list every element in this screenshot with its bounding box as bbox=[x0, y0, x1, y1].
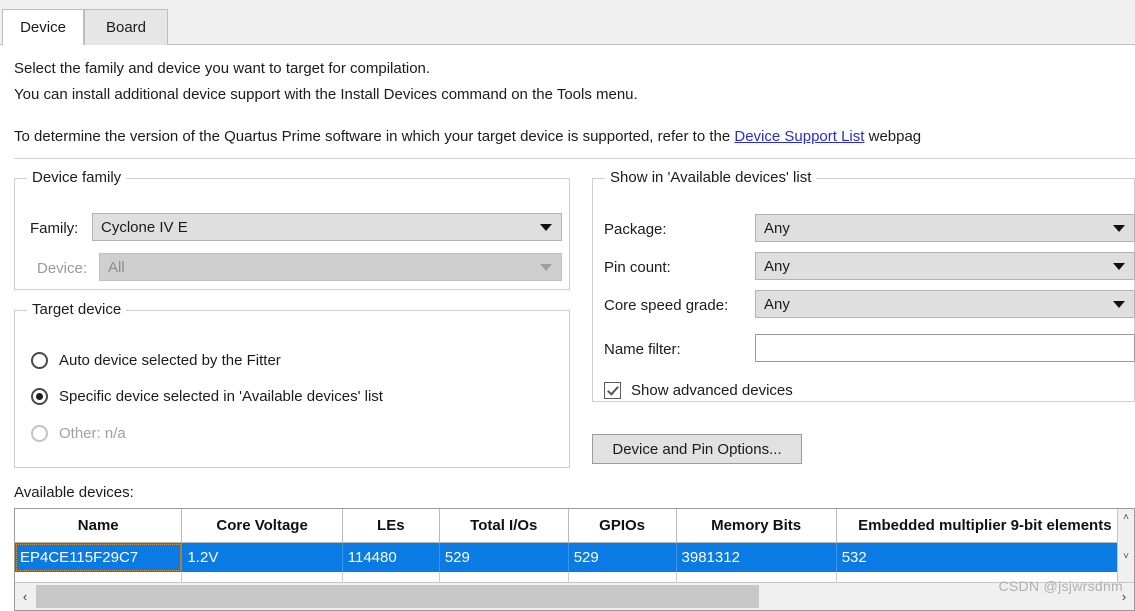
available-devices-label: Available devices: bbox=[14, 484, 134, 501]
radio-auto-device-mark bbox=[31, 352, 48, 369]
description-line-2: You can install additional device suppor… bbox=[14, 86, 638, 103]
package-dropdown[interactable]: Any bbox=[755, 214, 1135, 242]
core-speed-grade-dropdown-value: Any bbox=[764, 295, 790, 313]
name-filter-label: Name filter: bbox=[604, 341, 681, 358]
table-column-header[interactable]: Embedded multiplier 9-bit elements bbox=[836, 509, 1134, 543]
available-devices-table-wrap: Name Core Voltage LEs Total I/Os GPIOs Memory… bbox=[14, 508, 1135, 611]
horizontal-separator bbox=[14, 158, 1135, 159]
show-advanced-devices-checkbox[interactable]: Show advanced devices bbox=[604, 382, 793, 399]
scroll-up-arrow-icon[interactable]: ˄ bbox=[1118, 509, 1134, 526]
scroll-down-arrow-icon[interactable]: ˅ bbox=[1118, 548, 1134, 565]
description-line-1: Select the family and device you want to… bbox=[14, 60, 431, 77]
radio-auto-device-label: Auto device selected by the Fitter bbox=[59, 352, 281, 369]
chevron-down-icon bbox=[1113, 263, 1125, 270]
table-column-header[interactable]: LEs bbox=[342, 509, 440, 543]
radio-specific-device[interactable]: Specific device selected in 'Available d… bbox=[31, 388, 383, 405]
show-in-available-devices-legend: Show in 'Available devices' list bbox=[605, 169, 817, 186]
radio-other-device-mark bbox=[31, 425, 48, 442]
family-dropdown-value: Cyclone IV E bbox=[101, 218, 188, 236]
tab-device[interactable]: Device bbox=[2, 9, 84, 46]
table-column-header[interactable]: Name bbox=[15, 509, 183, 543]
table-cell[interactable]: 3981312 bbox=[676, 542, 837, 572]
table-row[interactable]: EP4CE115F29C7 1.2V 114480 529 529 3981312 532 bbox=[15, 542, 1134, 572]
radio-specific-device-mark bbox=[31, 388, 48, 405]
family-dropdown[interactable]: Cyclone IV E bbox=[92, 213, 562, 241]
package-label: Package: bbox=[604, 221, 667, 238]
description-line-3-prefix: To determine the version of the Quartus … bbox=[14, 128, 735, 145]
radio-auto-device[interactable]: Auto device selected by the Fitter bbox=[31, 352, 281, 369]
radio-other-device-label: Other: n/a bbox=[59, 425, 126, 442]
scroll-left-arrow-icon[interactable]: ‹ bbox=[15, 583, 35, 610]
device-and-pin-options-button-label: Device and Pin Options... bbox=[612, 440, 782, 458]
tab-strip: Device Board bbox=[0, 0, 1135, 46]
table-cell[interactable]: 529 bbox=[568, 542, 677, 572]
device-family-legend: Device family bbox=[27, 169, 127, 186]
scroll-right-arrow-icon[interactable]: › bbox=[1114, 583, 1134, 610]
horizontal-scrollbar-thumb[interactable] bbox=[36, 585, 759, 608]
pin-count-label: Pin count: bbox=[604, 259, 671, 276]
table-horizontal-scrollbar[interactable]: ‹ › bbox=[15, 582, 1134, 610]
table-column-header[interactable]: Memory Bits bbox=[676, 509, 837, 543]
table-column-header[interactable]: Total I/Os bbox=[439, 509, 569, 543]
tab-board[interactable]: Board bbox=[84, 9, 168, 45]
chevron-down-icon bbox=[1113, 225, 1125, 232]
package-dropdown-value: Any bbox=[764, 219, 790, 237]
table-vertical-scrollbar[interactable]: ˄ ˅ bbox=[1117, 509, 1134, 582]
device-dropdown-value: All bbox=[108, 258, 125, 276]
core-speed-grade-dropdown[interactable]: Any bbox=[755, 290, 1135, 318]
table-header-row: Name Core Voltage LEs Total I/Os GPIOs Memory… bbox=[15, 509, 1134, 543]
device-support-list-link[interactable]: Device Support List bbox=[734, 128, 864, 145]
table-cell[interactable]: 532 bbox=[836, 542, 1134, 572]
pin-count-dropdown-value: Any bbox=[764, 257, 790, 275]
description-line-3-suffix: webpag bbox=[864, 128, 922, 145]
family-label: Family: bbox=[30, 220, 79, 237]
table-cell[interactable]: EP4CE115F29C7 bbox=[15, 542, 183, 572]
checkbox-mark-icon bbox=[604, 382, 621, 399]
device-dropdown[interactable]: All bbox=[99, 253, 562, 281]
pin-count-dropdown[interactable]: Any bbox=[755, 252, 1135, 280]
table-column-header[interactable]: GPIOs bbox=[568, 509, 677, 543]
radio-other-device[interactable]: Other: n/a bbox=[31, 425, 126, 442]
description-line-3: To determine the version of the Quartus … bbox=[14, 128, 921, 145]
name-filter-input[interactable] bbox=[755, 334, 1135, 362]
tab-device-label: Device bbox=[20, 19, 66, 36]
radio-specific-device-label: Specific device selected in 'Available d… bbox=[59, 388, 383, 405]
table-cell[interactable]: 114480 bbox=[342, 542, 440, 572]
target-device-legend: Target device bbox=[27, 301, 127, 318]
show-advanced-devices-label: Show advanced devices bbox=[631, 382, 793, 399]
device-label: Device: bbox=[37, 260, 88, 277]
chevron-down-icon bbox=[1113, 301, 1125, 308]
chevron-down-icon bbox=[540, 224, 552, 231]
device-and-pin-options-button[interactable]: Device and Pin Options... bbox=[592, 434, 802, 464]
tab-board-label: Board bbox=[105, 19, 147, 36]
chevron-down-icon bbox=[540, 264, 552, 271]
tab-device-underlay bbox=[3, 44, 83, 46]
table-column-header[interactable]: Core Voltage bbox=[181, 509, 343, 543]
table-cell[interactable]: 529 bbox=[439, 542, 569, 572]
core-speed-grade-label: Core speed grade: bbox=[604, 297, 729, 314]
table-cell[interactable]: 1.2V bbox=[181, 542, 343, 572]
